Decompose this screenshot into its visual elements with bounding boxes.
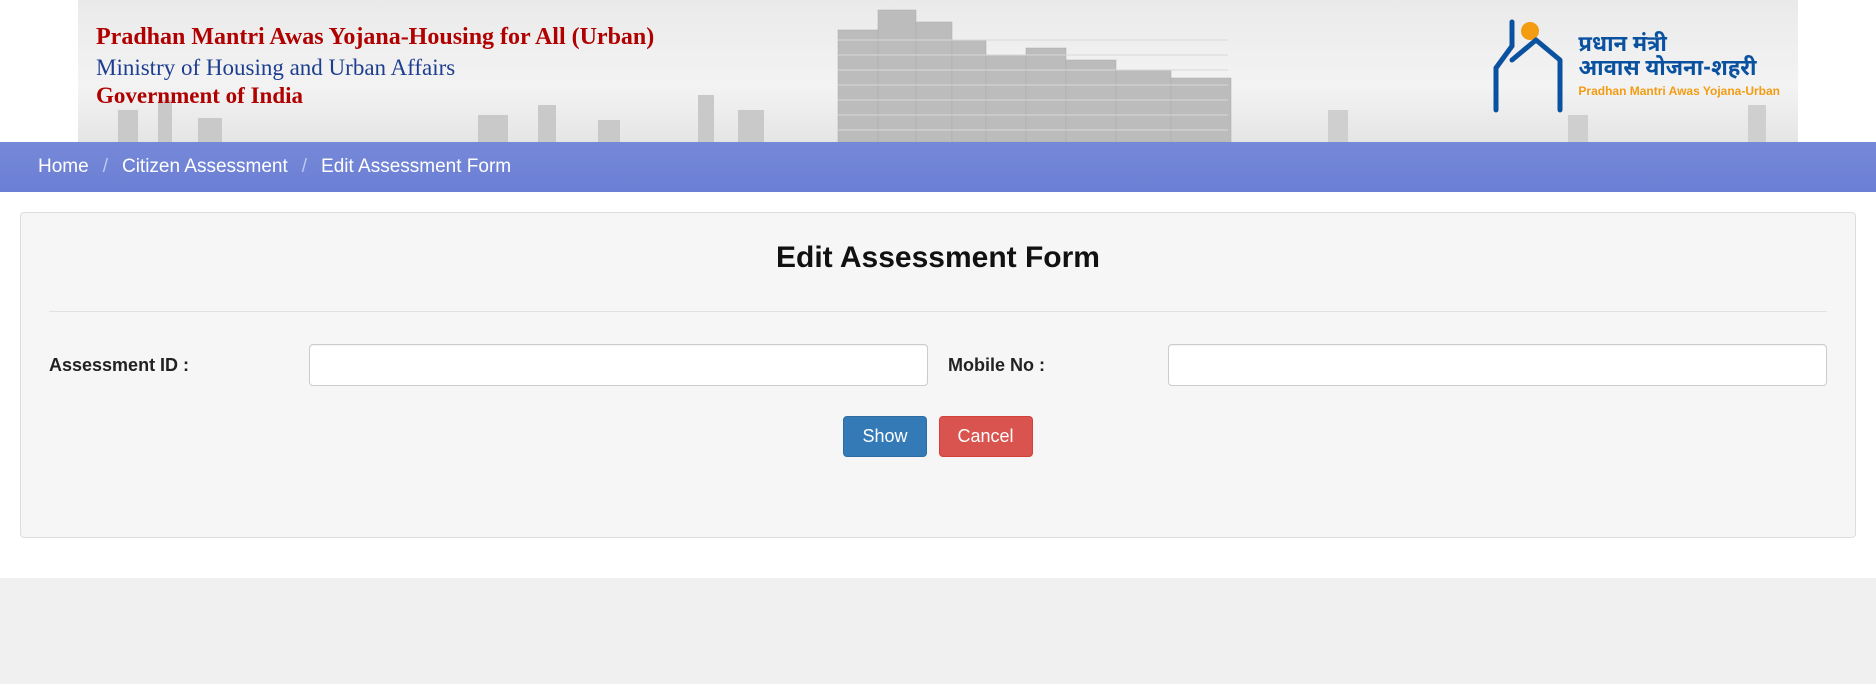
- assessment-id-input[interactable]: [309, 344, 928, 386]
- logo-english-line: Pradhan Mantri Awas Yojana-Urban: [1578, 85, 1780, 98]
- show-button[interactable]: Show: [843, 416, 926, 457]
- breadcrumb-separator: /: [103, 156, 108, 178]
- breadcrumb-edit-assessment: Edit Assessment Form: [321, 156, 511, 178]
- banner-title-line2: Ministry of Housing and Urban Affairs: [96, 55, 654, 81]
- mobile-no-label: Mobile No :: [948, 355, 1148, 376]
- breadcrumb: Home / Citizen Assessment / Edit Assessm…: [0, 142, 1876, 192]
- cancel-button[interactable]: Cancel: [939, 416, 1033, 457]
- page-title: Edit Assessment Form: [49, 241, 1827, 275]
- breadcrumb-citizen-assessment[interactable]: Citizen Assessment: [122, 156, 288, 178]
- assessment-id-label: Assessment ID :: [49, 355, 289, 376]
- pmay-logo: प्रधान मंत्री आवास योजना-शहरी Pradhan Ma…: [1490, 18, 1780, 114]
- banner-title-line1: Pradhan Mantri Awas Yojana-Housing for A…: [96, 24, 654, 51]
- banner-title-line3: Government of India: [96, 83, 654, 109]
- mobile-no-input[interactable]: [1168, 344, 1827, 386]
- logo-hindi-line2: आवास योजना-शहरी: [1578, 58, 1780, 82]
- form-panel: Edit Assessment Form Assessment ID : Mob…: [20, 212, 1856, 538]
- breadcrumb-separator: /: [302, 156, 307, 178]
- breadcrumb-home[interactable]: Home: [38, 156, 89, 178]
- divider: [49, 311, 1827, 312]
- house-person-icon: [1490, 18, 1568, 114]
- header-banner: Pradhan Mantri Awas Yojana-Housing for A…: [78, 0, 1798, 142]
